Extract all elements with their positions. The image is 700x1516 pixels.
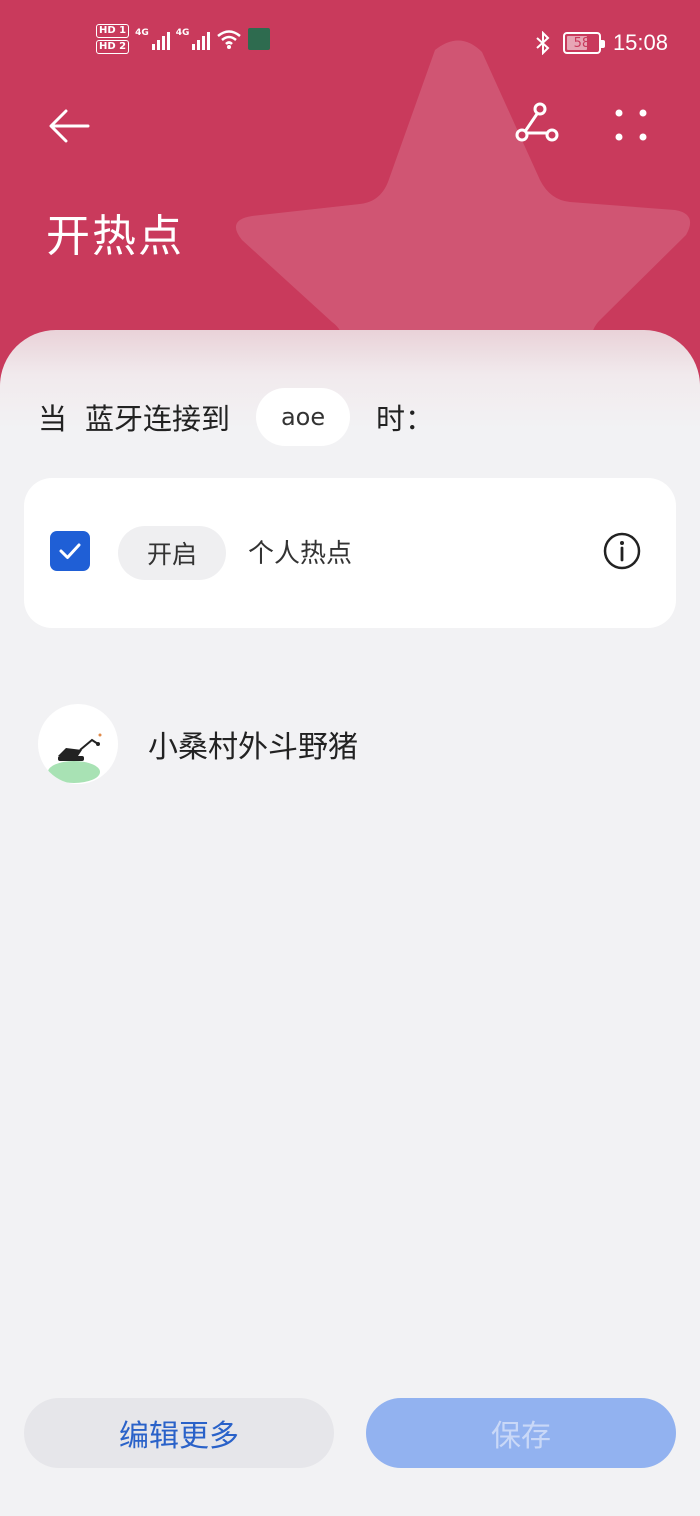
battery-level: 58 (573, 35, 591, 51)
status-time: 15:08 (612, 30, 668, 55)
more-options-button[interactable] (604, 98, 658, 152)
checkmark-icon (59, 543, 81, 559)
author-avatar (38, 704, 118, 784)
bottom-action-bar: 编辑更多 保存 (0, 1398, 700, 1470)
condition-when-label: 当 (38, 402, 68, 436)
edit-more-button[interactable]: 编辑更多 (24, 1398, 334, 1468)
notification-app-icon (248, 28, 271, 50)
info-button[interactable] (602, 531, 642, 571)
author-name: 小桑村外斗野猪 (148, 730, 358, 765)
share-icon (515, 102, 559, 142)
grid-dots-icon (615, 109, 647, 141)
status-left: HD 1 HD 2 4G 4G (96, 24, 271, 54)
arrow-left-icon (49, 109, 90, 143)
network-type-1: 4G (135, 28, 149, 38)
condition-trigger-label[interactable]: 蓝牙连接到 (85, 396, 230, 438)
save-button[interactable]: 保存 (366, 1398, 676, 1468)
bluetooth-device-chip[interactable]: aoe (256, 388, 351, 446)
network-type-2: 4G (175, 28, 190, 38)
info-icon (603, 532, 641, 570)
action-checkbox[interactable] (50, 531, 90, 571)
back-button[interactable] (44, 100, 96, 152)
condition-row: 当 蓝牙连接到 aoe 时： (38, 388, 434, 446)
battery-icon: 58 (562, 32, 605, 54)
share-button[interactable] (510, 98, 564, 152)
condition-suffix-label: 时： (376, 402, 435, 436)
bluetooth-icon (536, 31, 550, 55)
status-bar: HD 1 HD 2 4G 4G 58 15:08 (0, 20, 700, 70)
signal-1-icon: 4G (135, 28, 170, 50)
action-target-label: 个人热点 (248, 539, 353, 569)
action-verb-chip[interactable]: 开启 (118, 526, 226, 580)
wifi-icon (217, 30, 242, 49)
author-row[interactable]: 小桑村外斗野猪 (38, 704, 358, 784)
hd2-badge: HD 2 (96, 40, 130, 54)
status-right: 58 15:08 (535, 30, 668, 56)
action-card: 开启 个人热点 (24, 478, 676, 628)
hd-indicators: HD 1 HD 2 (96, 24, 130, 54)
page-title: 开热点 (46, 211, 184, 262)
excavator-avatar-icon (48, 733, 102, 783)
signal-2-icon: 4G (176, 28, 211, 50)
hd1-badge: HD 1 (96, 24, 130, 38)
